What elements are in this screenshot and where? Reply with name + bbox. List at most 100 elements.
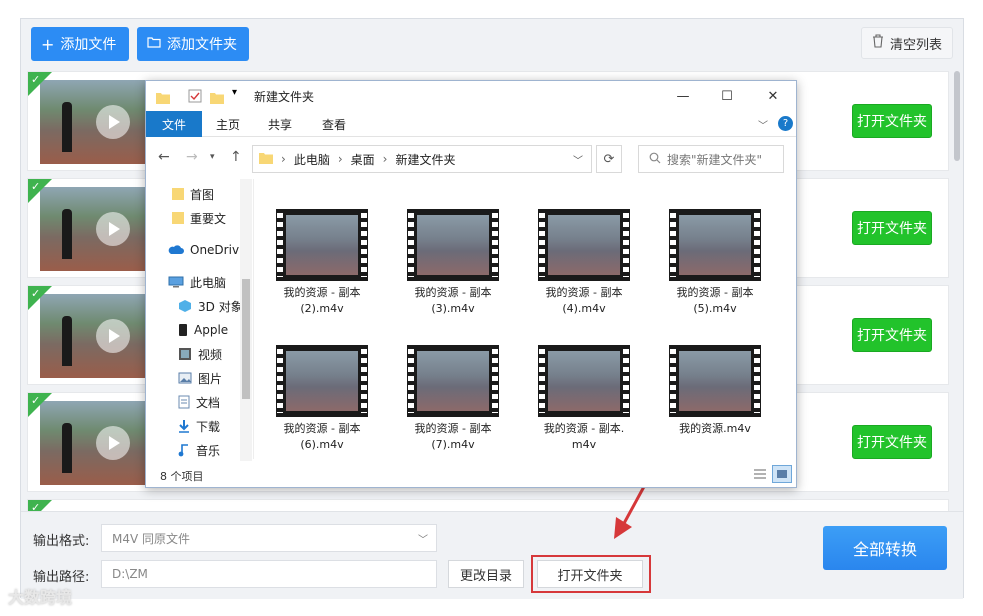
- file-explorer-window: ▾ 新建文件夹 — ☐ ✕ 文件 主页 共享 查看 ﹀ ? ← → ▾ ↑ › …: [145, 80, 797, 488]
- film-strip: [408, 349, 414, 413]
- output-panel: 输出格式: M4V 同原文件 ﹀ 输出路径: D:\ZM 更改目录 打开文件夹 …: [21, 511, 963, 599]
- output-path-label: 输出路径:: [33, 570, 90, 585]
- file-name: 我的资源 - 副本 (2).m4v: [262, 285, 382, 317]
- refresh-button[interactable]: ⟳: [596, 145, 622, 173]
- output-format-select[interactable]: M4V 同原文件 ﹀: [101, 524, 437, 552]
- dropdown-icon[interactable]: ▾: [232, 87, 237, 98]
- add-file-label: 添加文件: [60, 37, 117, 53]
- nav-item-this-pc[interactable]: 此电脑: [168, 271, 226, 293]
- file-name: 我的资源 - 副本 (3).m4v: [393, 285, 513, 317]
- output-format-label: 输出格式:: [33, 534, 90, 549]
- file-item[interactable]: 我的资源 - 副本. m4v: [524, 345, 634, 475]
- search-box[interactable]: 搜索"新建文件夹": [638, 145, 784, 173]
- breadcrumb-this-pc[interactable]: 此电脑: [294, 151, 330, 168]
- forward-arrow-icon[interactable]: →: [186, 149, 198, 165]
- trash-icon: [872, 34, 884, 52]
- add-file-button[interactable]: + 添加文件: [31, 27, 129, 61]
- play-icon[interactable]: [96, 105, 130, 139]
- new-folder-icon[interactable]: [210, 89, 224, 108]
- nav-item-downloads[interactable]: 下载: [178, 415, 220, 437]
- address-dropdown-icon[interactable]: ﹀: [573, 152, 583, 167]
- nav-item-videos[interactable]: 视频: [178, 343, 222, 365]
- tab-file[interactable]: 文件: [146, 111, 202, 137]
- nav-item-pinned-2[interactable]: 重要文: [172, 207, 226, 229]
- video-file-icon: [669, 345, 761, 417]
- nav-label: 文档: [196, 395, 221, 410]
- back-arrow-icon[interactable]: ←: [158, 149, 170, 165]
- plus-icon: +: [41, 34, 55, 54]
- file-item[interactable]: 我的资源 - 副本 (2).m4v: [262, 209, 372, 339]
- nav-item-documents[interactable]: 文档: [178, 391, 220, 413]
- ribbon-expand-icon[interactable]: ﹀: [758, 117, 768, 132]
- file-item[interactable]: 我的资源 - 副本 (4).m4v: [524, 209, 634, 339]
- output-path-field[interactable]: D:\ZM: [101, 560, 437, 588]
- breadcrumb-desktop[interactable]: 桌面: [351, 151, 375, 168]
- film-strip: [408, 213, 414, 277]
- file-item[interactable]: 我的资源 - 副本 (7).m4v: [393, 345, 503, 475]
- recent-dropdown-icon[interactable]: ▾: [210, 152, 215, 162]
- nav-item-onedrive[interactable]: OneDriv: [168, 239, 239, 261]
- file-name-line1: 我的资源 - 副本: [414, 422, 492, 435]
- video-frame: [679, 215, 751, 275]
- file-name-line1: 我的资源 - 副本.: [543, 422, 625, 435]
- change-directory-button[interactable]: 更改目录: [448, 560, 524, 588]
- film-strip: [492, 213, 498, 277]
- chevron-right-icon: ›: [337, 152, 343, 166]
- properties-icon[interactable]: [188, 88, 202, 107]
- nav-item-apple[interactable]: Apple: [178, 319, 228, 341]
- tab-view[interactable]: 查看: [312, 111, 356, 137]
- video-frame: [548, 215, 620, 275]
- large-icons-view-icon[interactable]: [772, 465, 792, 483]
- screenshot-frame: + 添加文件 添加文件夹 清空列表 ✓ 打开文件夹 ✓ 打开文件夹 ✓ 打开文件…: [0, 0, 983, 616]
- open-folder-button[interactable]: 打开文件夹: [852, 425, 932, 459]
- file-item[interactable]: 我的资源 - 副本 (3).m4v: [393, 209, 503, 339]
- list-item: ✓: [27, 499, 949, 511]
- play-icon[interactable]: [96, 319, 130, 353]
- maximize-icon[interactable]: ☐: [712, 85, 742, 107]
- convert-all-button[interactable]: 全部转换: [823, 526, 947, 570]
- close-icon[interactable]: ✕: [758, 85, 788, 107]
- thumbnail-figure: [62, 209, 72, 259]
- nav-label: 图片: [198, 371, 223, 386]
- details-view-icon[interactable]: [752, 467, 768, 484]
- up-arrow-icon[interactable]: ↑: [230, 149, 242, 165]
- open-folder-button[interactable]: 打开文件夹: [852, 104, 932, 138]
- chevron-down-icon: ﹀: [418, 535, 428, 546]
- clear-list-button[interactable]: 清空列表: [860, 27, 953, 59]
- document-icon: [178, 395, 190, 409]
- list-scrollbar[interactable]: [954, 71, 960, 511]
- file-name-line2: (4).m4v: [562, 302, 606, 315]
- file-item[interactable]: 我的资源 - 副本 (5).m4v: [655, 209, 765, 339]
- help-icon[interactable]: ?: [778, 116, 793, 131]
- window-title: 新建文件夹: [254, 90, 315, 104]
- file-item[interactable]: 我的资源 - 副本 (6).m4v: [262, 345, 372, 475]
- address-bar[interactable]: › 此电脑 › 桌面 › 新建文件夹 ﹀: [252, 145, 592, 173]
- play-icon[interactable]: [96, 426, 130, 460]
- search-placeholder: 搜索"新建文件夹": [667, 152, 763, 167]
- scrollbar-thumb[interactable]: [954, 71, 960, 161]
- open-folder-button[interactable]: 打开文件夹: [852, 211, 932, 245]
- file-name: 我的资源 - 副本 (5).m4v: [655, 285, 775, 317]
- minimize-icon[interactable]: —: [668, 85, 698, 107]
- video-file-icon: [407, 209, 499, 281]
- nav-item-pictures[interactable]: 图片: [178, 367, 222, 389]
- file-name: 我的资源 - 副本 (4).m4v: [524, 285, 644, 317]
- nav-item-3d-objects[interactable]: 3D 对象: [178, 295, 243, 317]
- add-folder-button[interactable]: 添加文件夹: [137, 27, 249, 61]
- open-folder-button[interactable]: 打开文件夹: [852, 318, 932, 352]
- tab-share[interactable]: 共享: [258, 111, 302, 137]
- play-icon[interactable]: [96, 212, 130, 246]
- nav-item-pinned-1[interactable]: 首图: [172, 183, 214, 205]
- nav-label: 下载: [196, 419, 221, 434]
- breadcrumb-new-folder[interactable]: 新建文件夹: [395, 151, 455, 168]
- file-item[interactable]: 我的资源.m4v: [655, 345, 765, 475]
- nav-scrollbar-thumb[interactable]: [242, 279, 250, 399]
- folder-icon: [172, 212, 184, 224]
- video-file-icon: [538, 209, 630, 281]
- nav-item-music[interactable]: 音乐: [178, 439, 220, 459]
- file-name-line2: (2).m4v: [300, 302, 344, 315]
- nav-scrollbar[interactable]: [240, 179, 252, 461]
- file-grid: 我的资源 - 副本 (2).m4v 我的资源 - 副本 (3).m4v 我的资源 -…: [262, 191, 792, 461]
- film-strip: [539, 213, 545, 277]
- tab-home[interactable]: 主页: [206, 111, 250, 137]
